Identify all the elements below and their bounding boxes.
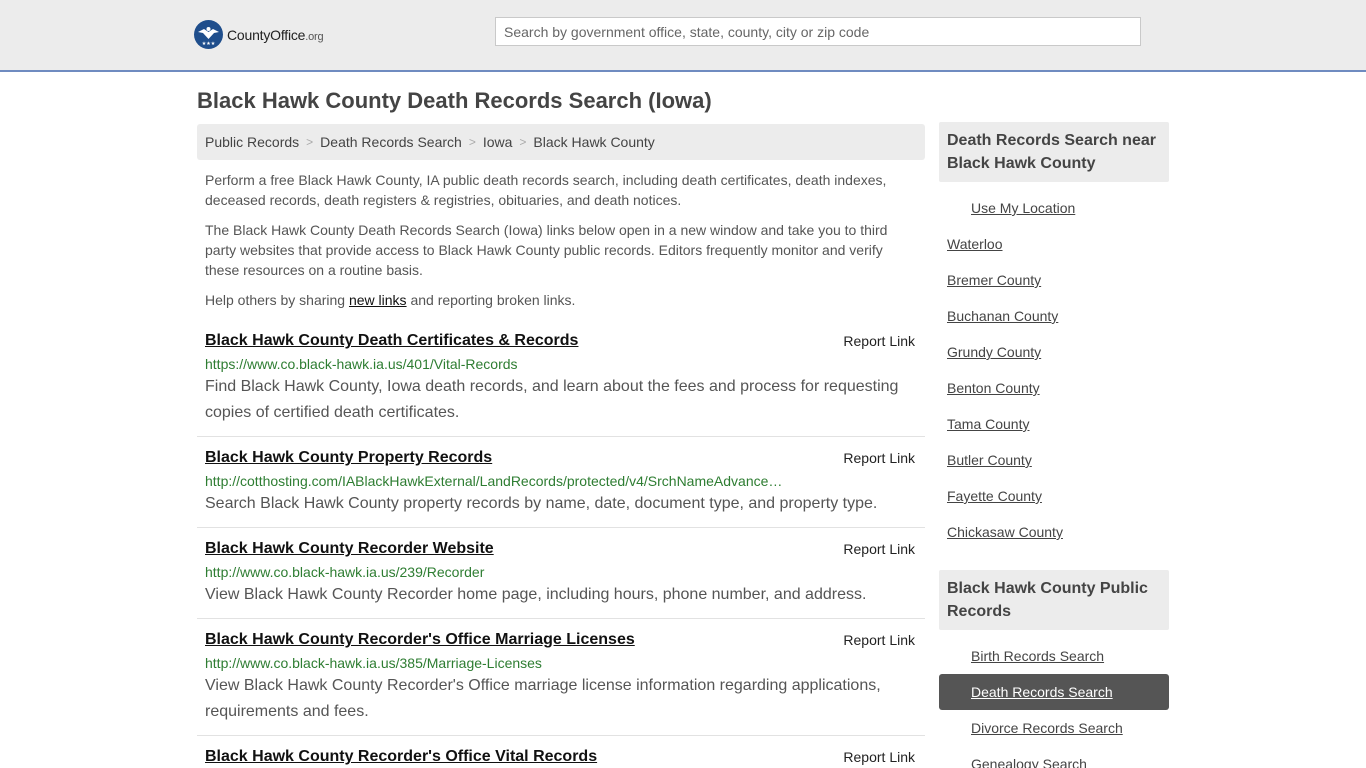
sidebar-link[interactable]: Buchanan County (947, 308, 1058, 324)
intro-paragraph-2: The Black Hawk County Death Records Sear… (205, 222, 888, 278)
breadcrumb-black-hawk-county[interactable]: Black Hawk County (533, 134, 654, 150)
listing-title-link[interactable]: Black Hawk County Recorder's Office Vita… (205, 746, 917, 768)
breadcrumb-death-records-search[interactable]: Death Records Search (320, 134, 462, 150)
listing-description: Search Black Hawk County property record… (205, 495, 878, 512)
sidebar-link[interactable]: Waterloo (947, 236, 1003, 252)
logo-org-text: .org (305, 30, 324, 43)
listing-description: View Black Hawk County Recorder's Office… (205, 677, 881, 720)
listing-url: https://www.co.black-hawk.ia.us/401/Vita… (205, 356, 518, 372)
sidebar: Death Records Search near Black Hawk Cou… (939, 122, 1169, 768)
report-link[interactable]: Report Link (843, 447, 915, 469)
breadcrumb-public-records[interactable]: Public Records (205, 134, 299, 150)
sidebar-item-butler-county[interactable]: Butler County (939, 442, 1169, 478)
sidebar-link[interactable]: Tama County (947, 416, 1029, 432)
report-link[interactable]: Report Link (843, 330, 915, 352)
site-logo[interactable]: ★★★ CountyOffice.org (194, 20, 324, 49)
public-records-list: Birth Records Search Death Records Searc… (939, 638, 1169, 768)
sidebar-link[interactable]: Grundy County (947, 344, 1041, 360)
breadcrumb: Public Records > Death Records Search > … (197, 124, 925, 160)
new-links-link[interactable]: new links (349, 292, 407, 308)
intro-paragraph-1: Perform a free Black Hawk County, IA pub… (205, 172, 887, 208)
listing-item: Black Hawk County Recorder's Office Marr… (197, 619, 925, 736)
report-link[interactable]: Report Link (843, 629, 915, 651)
sidebar-item-use-my-location[interactable]: Use My Location (939, 190, 1169, 226)
intro-p3-after: and reporting broken links. (406, 292, 576, 308)
svg-text:★★★: ★★★ (202, 41, 216, 47)
chevron-right-icon: > (519, 135, 527, 149)
sidebar-link-active[interactable]: Death Records Search (971, 684, 1113, 700)
sidebar-item-birth-records[interactable]: Birth Records Search (939, 638, 1169, 674)
chevron-right-icon: > (306, 135, 314, 149)
sidebar-item-genealogy-search[interactable]: Genealogy Search (939, 746, 1169, 768)
sidebar-link[interactable]: Bremer County (947, 272, 1041, 288)
intro-paragraph-3: Help others by sharing new links and rep… (205, 290, 917, 310)
logo-text: CountyOffice.org (227, 26, 324, 43)
sidebar-link[interactable]: Birth Records Search (971, 648, 1104, 664)
sidebar-link[interactable]: Genealogy Search (971, 756, 1087, 768)
listing-title-link[interactable]: Black Hawk County Property Records (205, 447, 917, 469)
sidebar-link[interactable]: Chickasaw County (947, 524, 1063, 540)
main-content: Public Records > Death Records Search > … (197, 124, 925, 768)
listing-title-link[interactable]: Black Hawk County Recorder's Office Marr… (205, 629, 917, 651)
sidebar-item-bremer-county[interactable]: Bremer County (939, 262, 1169, 298)
page-title: Black Hawk County Death Records Search (… (197, 88, 712, 113)
sidebar-link[interactable]: Divorce Records Search (971, 720, 1123, 736)
listing-item: Black Hawk County Property Records Repor… (197, 437, 925, 528)
sidebar-item-buchanan-county[interactable]: Buchanan County (939, 298, 1169, 334)
intro-text: Perform a free Black Hawk County, IA pub… (197, 170, 925, 310)
sidebar-item-death-records[interactable]: Death Records Search (939, 674, 1169, 710)
search-input[interactable] (495, 17, 1141, 46)
listing-description: View Black Hawk County Recorder home pag… (205, 586, 867, 603)
nearby-heading: Death Records Search near Black Hawk Cou… (939, 122, 1169, 182)
sidebar-item-fayette-county[interactable]: Fayette County (939, 478, 1169, 514)
sidebar-link[interactable]: Butler County (947, 452, 1032, 468)
chevron-right-icon: > (468, 135, 476, 149)
eagle-seal-icon: ★★★ (194, 20, 223, 49)
report-link[interactable]: Report Link (843, 538, 915, 560)
listing-item: Black Hawk County Death Certificates & R… (197, 330, 925, 437)
nearby-list: Use My Location Waterloo Bremer County B… (939, 190, 1169, 550)
sidebar-link[interactable]: Benton County (947, 380, 1040, 396)
sidebar-item-grundy-county[interactable]: Grundy County (939, 334, 1169, 370)
intro-p3-before: Help others by sharing (205, 292, 349, 308)
sidebar-link[interactable]: Fayette County (947, 488, 1042, 504)
listing-title-link[interactable]: Black Hawk County Death Certificates & R… (205, 330, 917, 352)
sidebar-item-divorce-records[interactable]: Divorce Records Search (939, 710, 1169, 746)
sidebar-item-waterloo[interactable]: Waterloo (939, 226, 1169, 262)
listing-url: http://cotthosting.com/IABlackHawkExtern… (205, 473, 783, 489)
listing-title-link[interactable]: Black Hawk County Recorder Website (205, 538, 917, 560)
listing-item: Black Hawk County Recorder Website Repor… (197, 528, 925, 619)
listing-url: http://www.co.black-hawk.ia.us/385/Marri… (205, 655, 542, 671)
site-header: ★★★ CountyOffice.org (0, 0, 1366, 72)
sidebar-item-tama-county[interactable]: Tama County (939, 406, 1169, 442)
sidebar-item-chickasaw-county[interactable]: Chickasaw County (939, 514, 1169, 550)
sidebar-item-benton-county[interactable]: Benton County (939, 370, 1169, 406)
report-link[interactable]: Report Link (843, 746, 915, 768)
listing-item: Black Hawk County Recorder's Office Vita… (197, 736, 925, 768)
breadcrumb-iowa[interactable]: Iowa (483, 134, 513, 150)
logo-main-text: CountyOffice (227, 26, 306, 43)
public-records-heading: Black Hawk County Public Records (939, 570, 1169, 630)
listing-description: Find Black Hawk County, Iowa death recor… (205, 378, 899, 421)
use-my-location-link[interactable]: Use My Location (971, 200, 1075, 216)
listing-url: http://www.co.black-hawk.ia.us/239/Recor… (205, 564, 485, 580)
